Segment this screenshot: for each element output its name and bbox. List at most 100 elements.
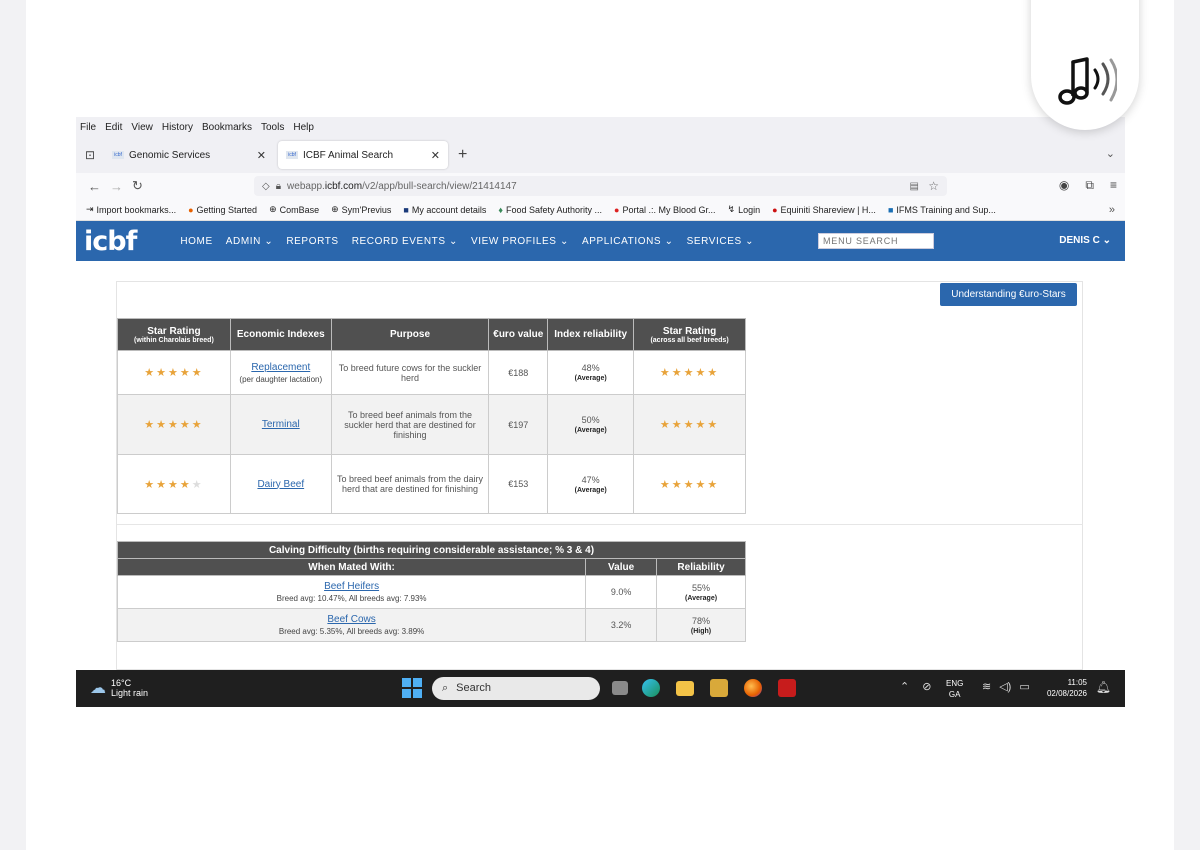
reload-icon[interactable]: ↻ [132, 178, 143, 194]
chevron-down-icon[interactable]: ⌄ [1106, 147, 1115, 160]
reader-view-icon[interactable]: ▤ [910, 181, 919, 192]
index-cell: Terminal [229, 394, 332, 455]
menu-view[interactable]: View [131, 122, 153, 133]
bookmark-item[interactable]: ● Equiniti Shareview | H... [772, 205, 876, 215]
url-bar[interactable]: ◇ 🔒︎ webapp. icbf.com/v2/app/bull-search/… [254, 176, 947, 196]
extensions-icon[interactable]: ⧉ [1085, 178, 1094, 193]
chevron-right-double-icon[interactable]: » [1109, 204, 1115, 216]
menu-tools[interactable]: Tools [261, 122, 284, 133]
account-icon[interactable]: ◉ [1059, 178, 1069, 193]
table-row: ★★★★★ Replacement (per daughter lactation… [117, 350, 746, 395]
nav-reports[interactable]: REPORTS [286, 236, 338, 247]
media-player-icon[interactable] [710, 679, 728, 697]
index-link-replacement[interactable]: Replacement [251, 362, 310, 373]
star-filled-icon: ★ [156, 419, 168, 431]
menu-history[interactable]: History [162, 122, 193, 133]
menu-search-input[interactable] [818, 233, 934, 249]
col-header-value: Value [585, 558, 658, 576]
close-icon[interactable]: ✕ [431, 149, 440, 162]
nav-applications[interactable]: APPLICATIONS ⌄ [582, 236, 674, 247]
bookmark-label: Portal .:. My Blood Gr... [622, 204, 716, 215]
weather-widget[interactable]: ☁ 16°C Light rain [90, 678, 148, 698]
bookmark-item[interactable]: ● Getting Started [188, 205, 257, 215]
windows-start-icon[interactable] [402, 678, 422, 698]
acrobat-icon[interactable] [778, 679, 796, 697]
star-empty-icon: ★ [191, 478, 204, 491]
language-indicator[interactable]: ENG GA [946, 678, 963, 700]
col-header-reliability: Reliability [656, 558, 746, 576]
beef-cows-link[interactable]: Beef Cows [118, 614, 585, 625]
volume-icon[interactable]: ◁) [999, 680, 1011, 693]
taskbar-search[interactable]: ⌕ Search [432, 677, 600, 700]
star-filled-icon: ★ [695, 478, 708, 491]
reliability-cell: 78% (High) [656, 608, 746, 642]
nav-admin[interactable]: ADMIN ⌄ [226, 236, 274, 247]
bookmark-label: ComBase [279, 204, 320, 215]
audio-bubble[interactable] [1031, 0, 1139, 130]
url-path: /v2/app/bull-search/view/21414147 [362, 180, 517, 192]
beef-heifers-link[interactable]: Beef Heifers [118, 581, 585, 592]
firefox-icon[interactable] [744, 679, 762, 697]
star-rating: ★★★★★ [660, 479, 719, 491]
clock-time: 11:05 [1067, 678, 1087, 687]
back-icon[interactable]: ← [88, 179, 101, 194]
menu-bookmarks[interactable]: Bookmarks [202, 122, 252, 133]
star-filled-icon: ★ [144, 367, 157, 379]
task-view-icon[interactable] [612, 681, 628, 695]
star-filled-icon: ★ [156, 478, 168, 491]
new-tab-icon[interactable]: + [458, 146, 467, 164]
edge-icon[interactable] [642, 679, 660, 697]
music-note-sound-icon [1058, 57, 1117, 105]
star-filled-icon: ★ [695, 419, 708, 431]
col-header-star-rating-all: Star Rating (across all beef breeds) [633, 318, 746, 351]
bookmark-item[interactable]: ■ My account details [403, 205, 486, 215]
bookmark-star-icon[interactable]: ☆ [928, 179, 939, 193]
index-link-dairy-beef[interactable]: Dairy Beef [257, 479, 304, 490]
reliability-value: 55% [692, 582, 711, 593]
file-explorer-icon[interactable] [676, 681, 694, 696]
clock[interactable]: 11:05 02/08/2026 [1047, 677, 1087, 699]
nav-home[interactable]: HOME [180, 236, 212, 247]
table-row: ★★★★★ Terminal To breed beef animals fro… [117, 394, 746, 455]
battery-icon[interactable]: ▭ [1019, 680, 1029, 693]
star-filled-icon: ★ [671, 419, 684, 431]
hamburger-menu-icon[interactable]: ≡ [1110, 178, 1117, 193]
icbf-favicon: icbf [286, 151, 298, 159]
nav-services[interactable]: SERVICES ⌄ [687, 236, 755, 247]
tab-genomic-services[interactable]: icbf Genomic Services ✕ [104, 141, 274, 169]
bookmark-item[interactable]: ■ IFMS Training and Sup... [888, 205, 996, 215]
menu-file[interactable]: File [80, 122, 96, 133]
icbf-logo[interactable]: icbf [84, 226, 137, 257]
bookmark-label: Food Safety Authority ... [505, 204, 603, 215]
notification-bell-icon[interactable]: 🔔︎ [1096, 680, 1111, 694]
icbf-app-nav: icbf HOME ADMIN ⌄ REPORTS RECORD EVENTS … [76, 221, 1125, 261]
reliability-label: (High) [690, 627, 712, 635]
index-link-terminal[interactable]: Terminal [262, 419, 300, 430]
chevron-up-icon[interactable]: ⌃ [900, 680, 909, 693]
network-off-icon[interactable]: ⊘ [922, 680, 931, 693]
close-icon[interactable]: ✕ [257, 149, 266, 162]
bookmark-label: Sym'Previus [341, 204, 392, 215]
nav-record-events[interactable]: RECORD EVENTS ⌄ [352, 236, 458, 247]
bookmark-item[interactable]: ● Portal .:. My Blood Gr... [614, 205, 715, 215]
menu-help[interactable]: Help [293, 122, 314, 133]
bookmark-item[interactable]: ♦ Food Safety Authority ... [498, 205, 602, 215]
bookmark-item[interactable]: ⊕ ComBase [269, 204, 319, 215]
reliability-cell: 55% (Average) [656, 575, 746, 609]
tab-overview-icon[interactable]: ⊡ [76, 148, 104, 162]
shield-icon: ◇ [262, 180, 270, 192]
wifi-icon[interactable]: ≋ [982, 680, 991, 693]
menu-edit[interactable]: Edit [105, 122, 122, 133]
user-menu[interactable]: DENIS C ⌄ [1059, 235, 1111, 246]
understanding-eurostars-button[interactable]: Understanding €uro-Stars [940, 283, 1077, 306]
bookmark-item[interactable]: ⊕ Sym'Previus [331, 204, 391, 215]
tab-icbf-animal-search[interactable]: icbf ICBF Animal Search ✕ [278, 141, 448, 169]
reliability-value: 47% [581, 474, 600, 485]
bookmark-item[interactable]: ⇥ Import bookmarks... [86, 204, 176, 215]
nav-view-profiles[interactable]: VIEW PROFILES ⌄ [471, 236, 569, 247]
star-rating: ★★★★★ [144, 479, 203, 491]
forward-icon[interactable]: → [110, 179, 123, 194]
euro-value-cell: €153 [488, 454, 549, 514]
bookmark-item[interactable]: ↯ Login [728, 204, 761, 215]
system-tray: ⌃ ⊘ [900, 680, 931, 693]
